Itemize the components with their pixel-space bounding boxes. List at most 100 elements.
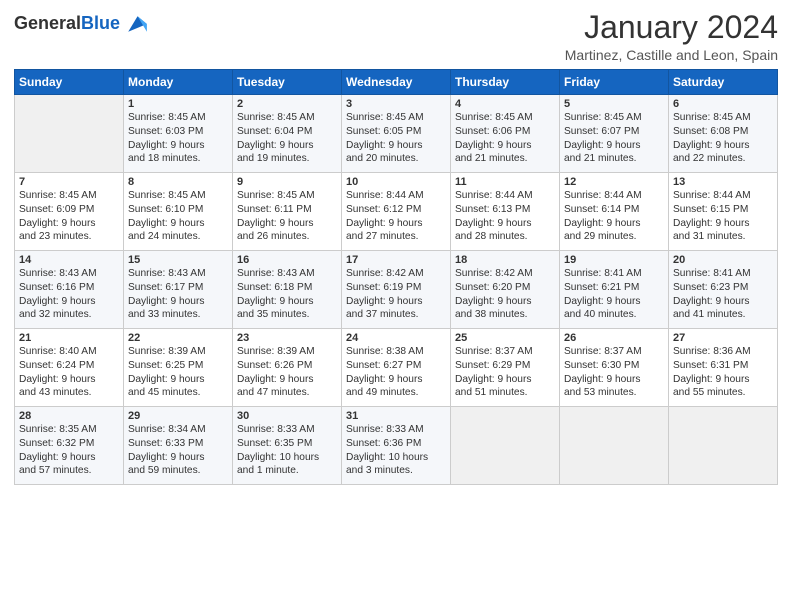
cell-info: Sunset: 6:20 PM — [455, 281, 555, 295]
day-number: 17 — [346, 254, 446, 266]
day-number: 6 — [673, 98, 773, 110]
month-title: January 2024 — [565, 10, 778, 45]
cell-info: Sunrise: 8:43 AM — [19, 267, 119, 281]
week-row-0: 1Sunrise: 8:45 AMSunset: 6:03 PMDaylight… — [15, 95, 778, 173]
cell-info: Sunset: 6:03 PM — [128, 125, 228, 139]
day-number: 11 — [455, 176, 555, 188]
cell-info: and 31 minutes. — [673, 230, 773, 244]
cell-info: Daylight: 9 hours — [237, 373, 337, 387]
calendar-cell: 4Sunrise: 8:45 AMSunset: 6:06 PMDaylight… — [451, 95, 560, 173]
cell-info: Sunrise: 8:44 AM — [455, 189, 555, 203]
cell-info: Daylight: 9 hours — [673, 295, 773, 309]
cell-info: and 1 minute. — [237, 464, 337, 478]
calendar-cell: 27Sunrise: 8:36 AMSunset: 6:31 PMDayligh… — [669, 329, 778, 407]
calendar-cell: 11Sunrise: 8:44 AMSunset: 6:13 PMDayligh… — [451, 173, 560, 251]
calendar-cell: 1Sunrise: 8:45 AMSunset: 6:03 PMDaylight… — [124, 95, 233, 173]
calendar-cell: 17Sunrise: 8:42 AMSunset: 6:19 PMDayligh… — [342, 251, 451, 329]
cell-info: Sunset: 6:18 PM — [237, 281, 337, 295]
calendar-cell: 23Sunrise: 8:39 AMSunset: 6:26 PMDayligh… — [233, 329, 342, 407]
logo-icon — [122, 10, 150, 38]
day-number: 16 — [237, 254, 337, 266]
day-number: 23 — [237, 332, 337, 344]
calendar-cell: 9Sunrise: 8:45 AMSunset: 6:11 PMDaylight… — [233, 173, 342, 251]
cell-info: Sunrise: 8:35 AM — [19, 423, 119, 437]
cell-info: Sunset: 6:25 PM — [128, 359, 228, 373]
cell-info: Sunset: 6:06 PM — [455, 125, 555, 139]
cell-info: and 24 minutes. — [128, 230, 228, 244]
day-number: 24 — [346, 332, 446, 344]
cell-info: Sunrise: 8:45 AM — [19, 189, 119, 203]
cell-info: Daylight: 9 hours — [564, 217, 664, 231]
cell-info: Sunset: 6:07 PM — [564, 125, 664, 139]
calendar-cell — [560, 407, 669, 485]
calendar-cell: 29Sunrise: 8:34 AMSunset: 6:33 PMDayligh… — [124, 407, 233, 485]
cell-info: Daylight: 9 hours — [128, 217, 228, 231]
cell-info: Sunset: 6:14 PM — [564, 203, 664, 217]
cell-info: Sunset: 6:26 PM — [237, 359, 337, 373]
cell-info: and 33 minutes. — [128, 308, 228, 322]
cell-info: Sunrise: 8:41 AM — [564, 267, 664, 281]
day-number: 30 — [237, 410, 337, 422]
day-number: 22 — [128, 332, 228, 344]
cell-info: Sunrise: 8:43 AM — [128, 267, 228, 281]
calendar-cell — [669, 407, 778, 485]
cell-info: Daylight: 9 hours — [346, 217, 446, 231]
day-number: 15 — [128, 254, 228, 266]
cell-info: and 49 minutes. — [346, 386, 446, 400]
header-monday: Monday — [124, 70, 233, 95]
cell-info: Daylight: 9 hours — [128, 139, 228, 153]
calendar-cell: 5Sunrise: 8:45 AMSunset: 6:07 PMDaylight… — [560, 95, 669, 173]
cell-info: and 32 minutes. — [19, 308, 119, 322]
day-number: 26 — [564, 332, 664, 344]
cell-info: Daylight: 10 hours — [237, 451, 337, 465]
cell-info: Sunrise: 8:45 AM — [237, 111, 337, 125]
day-number: 13 — [673, 176, 773, 188]
cell-info: Sunset: 6:13 PM — [455, 203, 555, 217]
calendar-cell — [15, 95, 124, 173]
cell-info: Sunset: 6:30 PM — [564, 359, 664, 373]
calendar-cell: 16Sunrise: 8:43 AMSunset: 6:18 PMDayligh… — [233, 251, 342, 329]
cell-info: Daylight: 9 hours — [237, 217, 337, 231]
cell-info: Sunrise: 8:34 AM — [128, 423, 228, 437]
cell-info: Daylight: 9 hours — [346, 373, 446, 387]
day-number: 18 — [455, 254, 555, 266]
header-tuesday: Tuesday — [233, 70, 342, 95]
cell-info: Daylight: 9 hours — [564, 373, 664, 387]
calendar-cell: 25Sunrise: 8:37 AMSunset: 6:29 PMDayligh… — [451, 329, 560, 407]
cell-info: and 29 minutes. — [564, 230, 664, 244]
cell-info: Daylight: 9 hours — [19, 451, 119, 465]
calendar-cell: 15Sunrise: 8:43 AMSunset: 6:17 PMDayligh… — [124, 251, 233, 329]
cell-info: and 57 minutes. — [19, 464, 119, 478]
calendar-cell: 28Sunrise: 8:35 AMSunset: 6:32 PMDayligh… — [15, 407, 124, 485]
cell-info: Daylight: 9 hours — [455, 295, 555, 309]
week-row-1: 7Sunrise: 8:45 AMSunset: 6:09 PMDaylight… — [15, 173, 778, 251]
cell-info: Sunrise: 8:37 AM — [455, 345, 555, 359]
cell-info: and 53 minutes. — [564, 386, 664, 400]
cell-info: Daylight: 9 hours — [19, 217, 119, 231]
day-number: 31 — [346, 410, 446, 422]
cell-info: Sunset: 6:12 PM — [346, 203, 446, 217]
cell-info: and 51 minutes. — [455, 386, 555, 400]
calendar-cell: 20Sunrise: 8:41 AMSunset: 6:23 PMDayligh… — [669, 251, 778, 329]
cell-info: Daylight: 9 hours — [673, 139, 773, 153]
cell-info: Daylight: 9 hours — [455, 373, 555, 387]
cell-info: Sunset: 6:04 PM — [237, 125, 337, 139]
cell-info: Sunrise: 8:39 AM — [128, 345, 228, 359]
day-number: 19 — [564, 254, 664, 266]
cell-info: Sunrise: 8:42 AM — [455, 267, 555, 281]
cell-info: Sunrise: 8:45 AM — [346, 111, 446, 125]
cell-info: and 47 minutes. — [237, 386, 337, 400]
cell-info: Daylight: 9 hours — [128, 295, 228, 309]
cell-info: Sunrise: 8:37 AM — [564, 345, 664, 359]
cell-info: Sunrise: 8:44 AM — [673, 189, 773, 203]
day-number: 7 — [19, 176, 119, 188]
cell-info: Sunrise: 8:44 AM — [346, 189, 446, 203]
day-number: 29 — [128, 410, 228, 422]
day-number: 27 — [673, 332, 773, 344]
calendar-cell — [451, 407, 560, 485]
cell-info: and 21 minutes. — [564, 152, 664, 166]
calendar-cell: 2Sunrise: 8:45 AMSunset: 6:04 PMDaylight… — [233, 95, 342, 173]
cell-info: Sunset: 6:08 PM — [673, 125, 773, 139]
calendar-body: 1Sunrise: 8:45 AMSunset: 6:03 PMDaylight… — [15, 95, 778, 485]
cell-info: Daylight: 10 hours — [346, 451, 446, 465]
